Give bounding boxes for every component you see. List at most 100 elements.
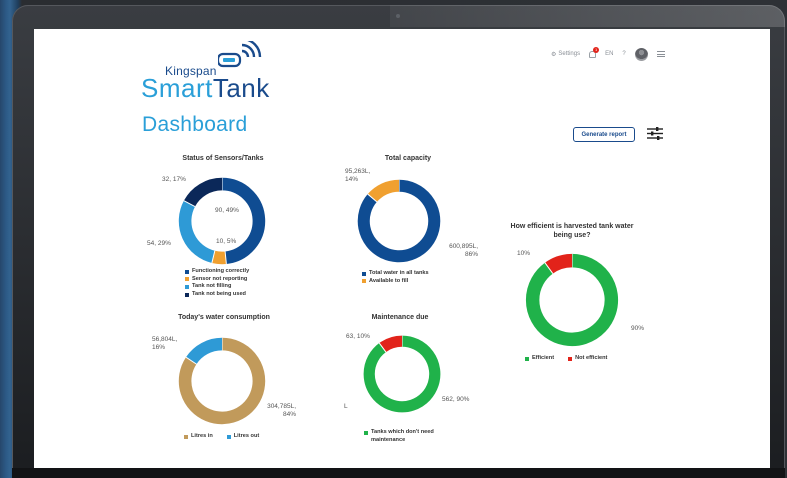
language-selector[interactable]: EN: [605, 51, 613, 57]
sensors-label-not-used: 32, 17%: [162, 176, 186, 183]
capacity-legend: Total water in all tanks Available to fi…: [362, 270, 429, 285]
efficiency-label-efficient: 90%: [631, 325, 645, 332]
logo-brand-main: SmartTank: [141, 73, 270, 104]
legend-item[interactable]: Tank not being used: [185, 291, 249, 299]
legend-swatch: [362, 271, 366, 276]
maintenance-chart-title: Maintenance due: [371, 314, 429, 321]
available-segment[interactable]: [367, 179, 400, 203]
consumption-label-in: 304,785L, 84%: [256, 403, 296, 419]
legend-swatch: [184, 434, 188, 439]
legend-swatch: [364, 430, 368, 435]
legend-label: Sensor not reporting: [192, 275, 248, 282]
legend-swatch: [568, 356, 573, 361]
legend-item[interactable]: Sensor not reporting: [185, 276, 249, 284]
legend-swatch: [185, 277, 189, 282]
no-maintenance-segment[interactable]: [363, 335, 441, 413]
consumption-legend: Litres in Litres out: [184, 433, 259, 441]
not-filling-segment[interactable]: [178, 200, 216, 263]
sensors-donut-chart[interactable]: [177, 176, 267, 266]
legend-label: Functioning correctly: [192, 268, 250, 274]
settings-label: Settings: [558, 51, 581, 57]
sensors-legend: Functioning correctly Sensor not reporti…: [185, 268, 249, 298]
capacity-donut-chart[interactable]: [356, 178, 442, 264]
legend-item[interactable]: Tanks which don't need maintenance: [364, 429, 451, 444]
gear-icon: ⚙: [551, 51, 557, 58]
not-used-segment[interactable]: [183, 177, 223, 207]
legend-label: Not efficient: [575, 355, 608, 361]
legend-swatch: [525, 356, 529, 361]
legend-label: Litres out: [233, 433, 260, 439]
legend-swatch: [226, 434, 231, 439]
legend-swatch: [362, 279, 366, 284]
bezel-glare: [390, 5, 785, 27]
consumption-label-in-text: 304,785L, 84%: [267, 403, 296, 418]
legend-item[interactable]: Efficient: [525, 355, 554, 363]
legend-item[interactable]: Not efficient: [568, 355, 607, 363]
consumption-donut-chart[interactable]: [177, 336, 267, 426]
avatar[interactable]: [634, 47, 648, 61]
language-label: EN: [605, 51, 614, 57]
help-button[interactable]: ?: [622, 51, 625, 57]
page-title: Dashboard: [142, 113, 248, 136]
help-icon: ?: [622, 51, 626, 57]
legend-label: Tanks which don't need maintenance: [371, 429, 434, 443]
capacity-label-available: 95,263L, 14%: [345, 168, 381, 184]
sensors-chart-title: Status of Sensors/Tanks: [182, 155, 264, 162]
consumption-label-out-text: 56,804L, 16%: [152, 336, 178, 351]
maintenance-donut-chart[interactable]: [362, 334, 442, 414]
legend-label: Available to fill: [369, 277, 409, 284]
efficiency-legend: Efficient Not efficient: [525, 355, 607, 363]
maintenance-legend: Tanks which don't need maintenance: [364, 429, 451, 444]
legend-label: Litres in: [191, 433, 213, 439]
efficiency-label-not-efficient: 10%: [517, 250, 531, 257]
sensors-label-functioning: 90, 49%: [215, 207, 239, 214]
menu-icon[interactable]: [656, 51, 665, 57]
legend-swatch: [185, 269, 189, 274]
camera-icon: [396, 14, 400, 18]
maintenance-stray-label: L: [344, 403, 348, 410]
notifications-button[interactable]: 1: [589, 46, 600, 58]
logo-tank-text: Tank: [212, 73, 270, 103]
legend-item[interactable]: Litres out: [226, 433, 260, 441]
filter-sliders-icon[interactable]: [647, 127, 663, 140]
legend-label: Total water in all tanks: [369, 270, 429, 276]
functioning-segment[interactable]: [221, 177, 266, 264]
maintenance-segment[interactable]: [379, 335, 403, 353]
legend-swatch: [185, 284, 189, 289]
legend-label: Efficient: [532, 355, 555, 361]
capacity-label-total: 600,895L, 86%: [438, 243, 478, 259]
legend-label: Tank not filling: [192, 283, 232, 290]
legend-item[interactable]: Total water in all tanks: [362, 270, 429, 278]
consumption-label-out: 56,804L, 16%: [152, 336, 186, 352]
legend-label: Tank not being used: [192, 290, 246, 297]
bell-icon: 1: [589, 46, 600, 58]
capacity-label-available-text: 95,263L, 14%: [345, 168, 371, 183]
maintenance-label-maintenance: 63, 10%: [346, 333, 370, 340]
not-reporting-segment[interactable]: [211, 250, 227, 265]
top-navigation: ⚙ Settings 1 EN ?: [551, 46, 665, 62]
maintenance-label-no-maintenance: 562, 90%: [442, 396, 470, 403]
settings-link[interactable]: ⚙ Settings: [551, 51, 580, 58]
logo-smart-text: Smart: [141, 73, 213, 103]
laptop-bottom-bezel: [12, 468, 785, 478]
screen: Kingspan SmartTank ⚙ Settings 1 EN ? Das…: [34, 29, 770, 468]
notification-badge: 1: [593, 46, 600, 53]
efficient-segment[interactable]: [525, 253, 619, 347]
not-efficient-segment[interactable]: [544, 253, 573, 274]
efficiency-chart-title: How efficient is harvested tank water be…: [510, 223, 634, 239]
legend-item[interactable]: Available to fill: [362, 278, 429, 286]
consumption-chart-title: Today's water consumption: [178, 314, 270, 321]
capacity-label-total-text: 600,895L, 86%: [449, 243, 478, 258]
legend-swatch: [185, 292, 189, 297]
capacity-chart-title: Total capacity: [384, 155, 432, 162]
sensors-label-not-filling: 54, 29%: [147, 240, 171, 247]
legend-item[interactable]: Functioning correctly: [185, 268, 249, 276]
sensors-label-not-reporting: 10, 5%: [216, 238, 237, 245]
litres-out-segment[interactable]: [185, 337, 223, 365]
generate-report-button[interactable]: Generate report: [573, 127, 635, 142]
efficiency-donut-chart[interactable]: [524, 252, 620, 348]
kingspan-smarttank-logo[interactable]: Kingspan SmartTank: [141, 41, 281, 103]
tank-signal-icon: [218, 41, 262, 68]
legend-item[interactable]: Litres in: [184, 433, 213, 441]
legend-item[interactable]: Tank not filling: [185, 283, 249, 291]
